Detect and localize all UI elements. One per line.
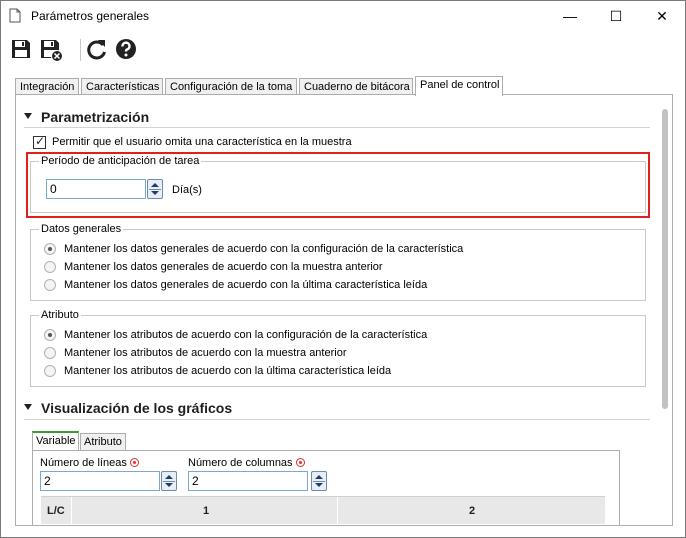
- arrow-down-icon: [151, 191, 159, 195]
- radio-button[interactable]: [44, 243, 56, 255]
- radio-button[interactable]: [44, 329, 56, 341]
- save-button[interactable]: [9, 37, 35, 63]
- section-title: Parametrización: [41, 109, 150, 125]
- toolbar: [1, 31, 685, 69]
- close-button[interactable]: ✕: [639, 1, 685, 31]
- radio-button[interactable]: [44, 347, 56, 359]
- grid-col-1: 1: [203, 505, 210, 517]
- tab-cuaderno-bitacora[interactable]: Cuaderno de bitácora: [299, 78, 413, 95]
- title-bar: Parámetros generales — ☐ ✕: [1, 1, 685, 31]
- floppy-disk-icon: [12, 40, 30, 58]
- arrow-up-icon: [315, 475, 323, 479]
- columnas-label: Número de columnas: [188, 457, 305, 469]
- atributo-legend: Atributo: [41, 309, 79, 321]
- allow-omit-checkbox[interactable]: ✓: [33, 134, 46, 149]
- minimize-button[interactable]: —: [547, 1, 593, 31]
- columnas-input[interactable]: 2: [188, 471, 308, 491]
- periodo-spinner[interactable]: [147, 179, 163, 199]
- periodo-legend: Período de anticipación de tarea: [41, 155, 200, 167]
- vertical-scrollbar[interactable]: [662, 109, 668, 409]
- collapse-triangle-icon: [24, 113, 32, 120]
- refresh-icon: [87, 40, 106, 60]
- periodo-input[interactable]: 0: [46, 179, 146, 199]
- columnas-spinner[interactable]: [311, 471, 327, 491]
- radio-button[interactable]: [44, 279, 56, 291]
- radio-button[interactable]: [44, 261, 56, 273]
- maximize-button[interactable]: ☐: [593, 1, 639, 31]
- help-icon: [116, 39, 136, 59]
- section-divider: [24, 127, 650, 128]
- floppy-disk-close-icon: [41, 40, 63, 62]
- section-visualizacion[interactable]: Visualización de los gráficos: [24, 400, 232, 416]
- arrow-down-icon: [315, 483, 323, 487]
- lineas-input[interactable]: 2: [40, 471, 160, 491]
- grid-corner-label: L/C: [47, 505, 65, 517]
- refresh-button[interactable]: [85, 37, 111, 63]
- section-divider: [24, 419, 650, 420]
- help-button[interactable]: [114, 37, 140, 63]
- tab-caracteristicas[interactable]: Características: [81, 78, 163, 95]
- tab-panel: Parametrización ✓ Permitir que el usuari…: [15, 94, 673, 526]
- arrow-up-icon: [165, 475, 173, 479]
- section-title: Visualización de los gráficos: [41, 400, 233, 416]
- datos-generales-legend: Datos generales: [41, 223, 122, 235]
- window-title: Parámetros generales: [31, 9, 150, 23]
- lineas-spinner[interactable]: [161, 471, 177, 491]
- required-icon: [129, 458, 139, 467]
- tab-panel-control[interactable]: Panel de control: [415, 76, 503, 96]
- section-parametrizacion[interactable]: Parametrización: [24, 109, 149, 125]
- lineas-label: Número de líneas: [40, 457, 139, 469]
- subtab-atributo[interactable]: Atributo: [80, 433, 126, 451]
- grid-col-2: 2: [469, 505, 476, 517]
- radio-button[interactable]: [44, 365, 56, 377]
- periodo-unit: Día(s): [172, 184, 202, 196]
- chart-layout-panel: Número de líneas 2 Número de columnas 2 …: [32, 450, 620, 525]
- arrow-down-icon: [165, 483, 173, 487]
- required-icon: [295, 458, 305, 467]
- grid-header: L/C 1 2: [41, 496, 605, 525]
- scrollbar-thumb[interactable]: [662, 109, 668, 409]
- save-and-close-button[interactable]: [38, 37, 64, 63]
- window: Parámetros generales — ☐ ✕ Integración C…: [0, 0, 686, 538]
- toolbar-separator: [80, 39, 81, 61]
- document-icon: [9, 8, 21, 23]
- arrow-up-icon: [151, 183, 159, 187]
- tab-configuracion-toma[interactable]: Configuración de la toma: [165, 78, 297, 95]
- allow-omit-label: Permitir que el usuario omita una caract…: [52, 136, 352, 148]
- subtab-variable[interactable]: Variable: [32, 431, 79, 450]
- checkmark-icon: ✓: [35, 134, 46, 148]
- collapse-triangle-icon: [24, 404, 32, 411]
- tab-integracion[interactable]: Integración: [15, 78, 79, 95]
